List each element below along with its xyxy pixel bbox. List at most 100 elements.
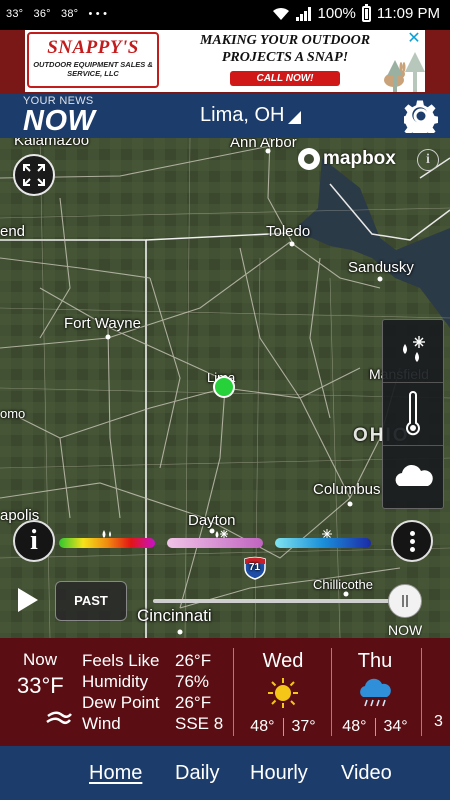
wind-value: SSE 8 bbox=[175, 714, 224, 733]
gear-icon[interactable] bbox=[404, 99, 438, 133]
forecast-day-name: Wed bbox=[262, 650, 304, 672]
map-layer-panel bbox=[382, 319, 444, 509]
brand-top: YOUR NEWS bbox=[23, 95, 94, 107]
notification-temp-2: 36° bbox=[33, 8, 51, 20]
fullscreen-button[interactable] bbox=[13, 154, 55, 196]
dew-point-value: 26°F bbox=[175, 693, 212, 712]
ad-logo-title: SNAPPY'S bbox=[47, 37, 139, 58]
snow-legend-bar bbox=[275, 538, 371, 548]
humidity-value: 76% bbox=[175, 672, 210, 691]
map-label-ann-arbor: Ann Arbor bbox=[230, 138, 297, 151]
location-name: Lima, OH bbox=[200, 104, 285, 126]
nav-video[interactable]: Video bbox=[341, 762, 392, 785]
map-label-kalamazoo: Kalamazoo bbox=[14, 138, 90, 149]
location-selector[interactable]: Lima, OH bbox=[200, 104, 302, 127]
temperature-layer-button[interactable] bbox=[383, 383, 443, 446]
notification-temp-3: 38° bbox=[61, 8, 79, 20]
thermometer-icon bbox=[406, 391, 420, 436]
notification-temp-1: 33° bbox=[6, 8, 24, 20]
map-label-omo: omo bbox=[0, 406, 26, 421]
current-stats-values: 26°F 76% 26°F SSE 8 bbox=[175, 650, 223, 734]
ad-logo-subtitle: OUTDOOR EQUIPMENT SALES & SERVICE, LLC bbox=[33, 60, 153, 78]
bottom-nav: Home Daily Hourly Video bbox=[0, 746, 450, 800]
now-label: Now bbox=[23, 650, 58, 669]
timeline-slider-track[interactable] bbox=[153, 599, 405, 603]
forecast-day-name: Thu bbox=[357, 650, 393, 672]
ad-banner-strip: SNAPPY'S OUTDOOR EQUIPMENT SALES & SERVI… bbox=[0, 30, 450, 94]
forecast-high: 48° bbox=[342, 718, 367, 736]
forecast-next-peek: 3 bbox=[434, 713, 443, 730]
forecast-day[interactable]: Wed 48° 37° bbox=[238, 650, 328, 736]
forecast-temps: 48° 34° bbox=[331, 718, 419, 736]
battery-percent: 100% bbox=[317, 5, 356, 22]
play-icon[interactable] bbox=[18, 588, 38, 612]
timeline-slider-thumb[interactable] bbox=[388, 584, 422, 618]
dew-point-label: Dew Point bbox=[82, 693, 160, 712]
ad-close-icon[interactable]: ✕ bbox=[406, 31, 422, 47]
mix-legend-bar bbox=[167, 538, 263, 548]
ad-headline: MAKING YOUR OUTDOOR PROJECTS A SNAP! bbox=[199, 33, 371, 65]
map-label-columbus: Columbus bbox=[313, 481, 381, 498]
humidity-label: Humidity bbox=[82, 672, 149, 691]
radar-map[interactable]: Kalamazoo Ann Arbor end Toledo Sandusky … bbox=[0, 138, 450, 638]
signal-icon bbox=[295, 6, 312, 21]
cloud-icon bbox=[395, 464, 433, 486]
ad-logo: SNAPPY'S OUTDOOR EQUIPMENT SALES & SERVI… bbox=[27, 32, 159, 88]
mapbox-label: mapbox bbox=[323, 148, 396, 169]
rain-cloud-icon bbox=[360, 678, 391, 707]
more-options-button[interactable] bbox=[391, 520, 433, 562]
precip-legend bbox=[55, 529, 375, 552]
more-notifications-dots: • • • bbox=[88, 8, 108, 20]
divider bbox=[233, 648, 234, 736]
brand-logo: YOUR NEWS NOW bbox=[23, 96, 103, 136]
nav-home[interactable]: Home bbox=[89, 762, 142, 785]
map-label-dayton: Dayton bbox=[188, 512, 236, 529]
ad-banner[interactable]: SNAPPY'S OUTDOOR EQUIPMENT SALES & SERVI… bbox=[25, 30, 425, 92]
location-pin[interactable] bbox=[213, 376, 235, 398]
map-label-cincinnati: Cincinnati bbox=[137, 606, 212, 625]
location-dropdown-icon bbox=[288, 111, 302, 124]
map-label-fort-wayne: Fort Wayne bbox=[64, 315, 141, 332]
ad-call-now-button[interactable]: CALL NOW! bbox=[230, 71, 340, 86]
status-bar: 33° 36° 38° • • • 100% 11:09 PM bbox=[0, 0, 450, 30]
map-attribution-info-icon[interactable]: i bbox=[417, 149, 439, 171]
mapbox-logo-icon bbox=[298, 148, 320, 170]
map-label-chillicothe: Chillicothe bbox=[313, 577, 373, 592]
precip-layer-button[interactable] bbox=[383, 320, 443, 383]
wind-icon bbox=[46, 711, 72, 724]
nav-daily[interactable]: Daily bbox=[175, 762, 219, 785]
map-label-bend: end bbox=[0, 223, 26, 240]
current-conditions-bar[interactable]: Now 33°F Feels Like Humidity Dew Point W… bbox=[0, 638, 450, 746]
brand-main: NOW bbox=[23, 105, 96, 137]
forecast-low: 37° bbox=[291, 718, 316, 736]
sun-icon bbox=[268, 678, 298, 708]
mapbox-attribution[interactable]: mapbox bbox=[298, 148, 396, 170]
map-label-i71: 71 bbox=[249, 562, 261, 573]
trees-icon bbox=[387, 52, 425, 92]
status-right: 100% 11:09 PM bbox=[272, 3, 440, 22]
forecast-low: 34° bbox=[383, 718, 408, 736]
forecast-high: 48° bbox=[250, 718, 275, 736]
battery-icon bbox=[361, 3, 371, 22]
wifi-icon bbox=[272, 7, 289, 20]
timeline-now-label: NOW bbox=[388, 622, 423, 638]
app-screen: 33° 36° 38° • • • 100% 11:09 PM SNAPPY'S… bbox=[0, 0, 450, 800]
divider bbox=[421, 648, 422, 736]
map-label-toledo: Toledo bbox=[266, 223, 311, 240]
forecast-temps: 48° 37° bbox=[238, 718, 328, 736]
expand-icon bbox=[23, 164, 45, 186]
legend-info-button[interactable]: i bbox=[13, 520, 55, 562]
past-button[interactable]: PAST bbox=[55, 581, 127, 621]
precip-icon bbox=[403, 336, 425, 362]
status-notifications: 33° 36° 38° • • • bbox=[6, 8, 114, 20]
wind-label: Wind bbox=[82, 714, 121, 733]
forecast-day[interactable]: Thu 48° 34° bbox=[331, 650, 419, 736]
feels-like-value: 26°F bbox=[175, 651, 212, 670]
current-stats-labels: Feels Like Humidity Dew Point Wind bbox=[82, 650, 159, 734]
cloud-layer-button[interactable] bbox=[383, 446, 443, 509]
nav-hourly[interactable]: Hourly bbox=[250, 762, 308, 785]
map-label-sandusky: Sandusky bbox=[348, 259, 414, 276]
clock: 11:09 PM bbox=[376, 5, 440, 22]
rain-legend-bar bbox=[59, 538, 155, 548]
app-header: YOUR NEWS NOW Lima, OH bbox=[0, 94, 450, 138]
